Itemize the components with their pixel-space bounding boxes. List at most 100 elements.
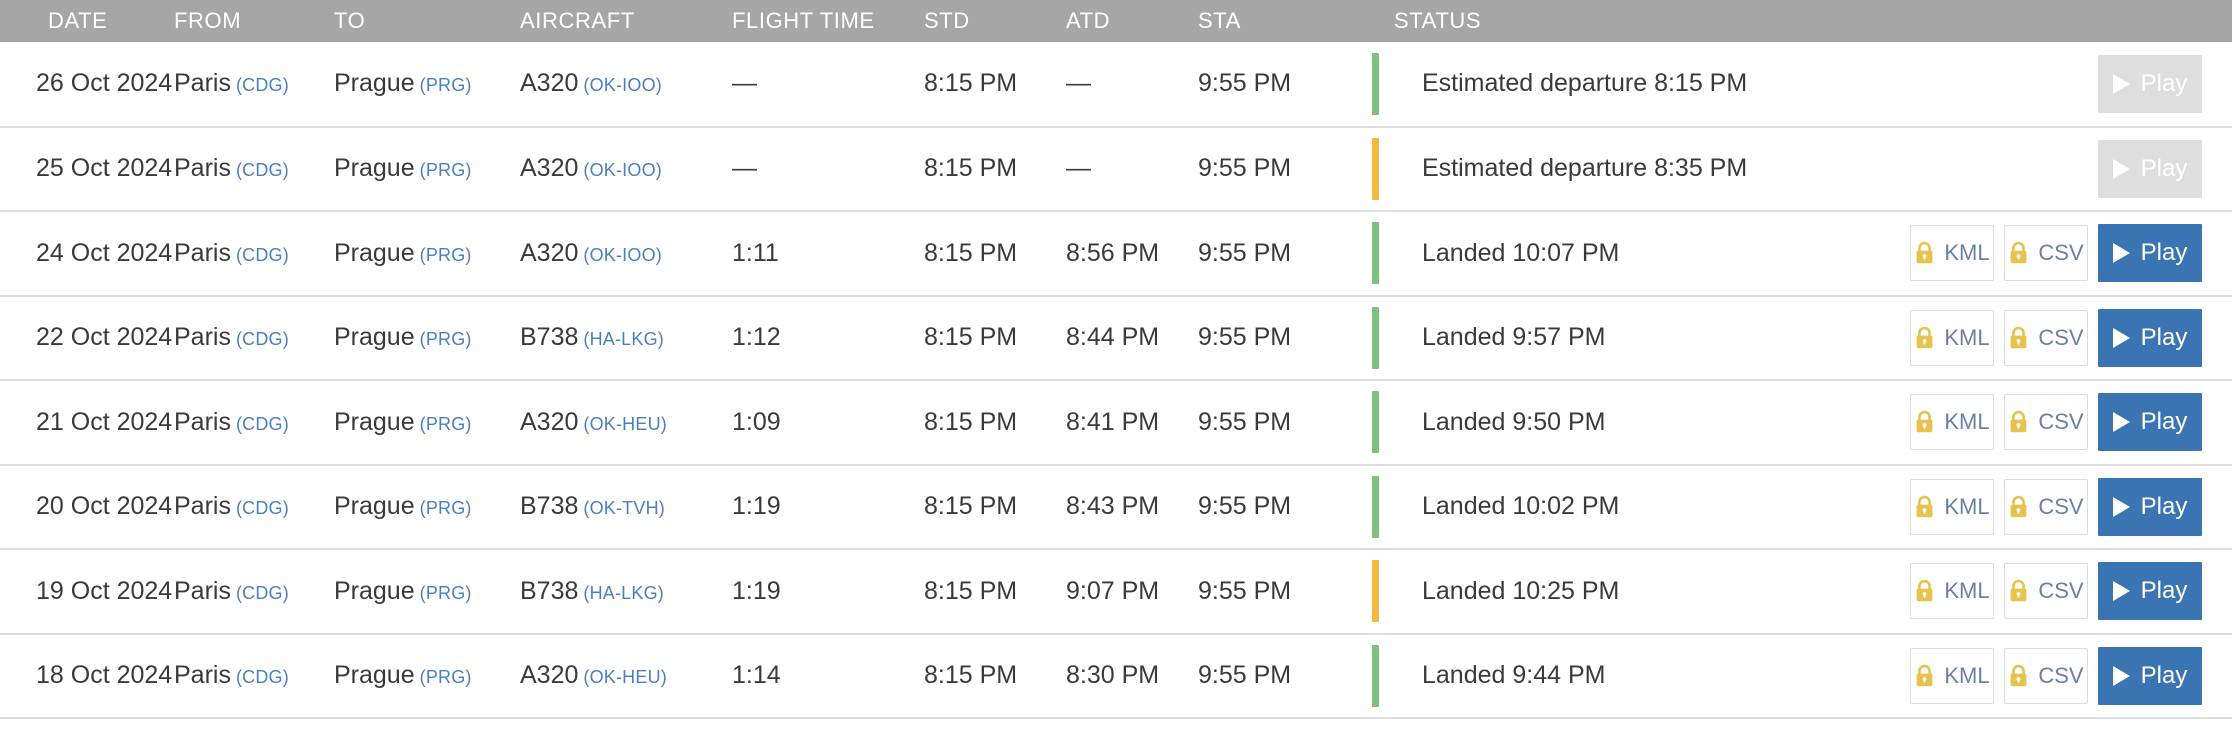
column-header-atd[interactable]: ATD xyxy=(1066,0,1198,42)
kml-download-button[interactable]: KML xyxy=(1910,478,1994,535)
std-value: 8:15 PM xyxy=(924,492,1018,521)
cell-actions: KML CSV Play xyxy=(1874,380,2232,466)
flight-time-value: — xyxy=(732,154,757,183)
origin-airport-code[interactable]: (CDG) xyxy=(236,245,289,265)
column-header-std[interactable]: STD xyxy=(924,0,1066,42)
kml-button-label: KML xyxy=(1944,578,1990,604)
kml-download-button[interactable]: KML xyxy=(1910,647,1994,704)
aircraft-registration[interactable]: (OK-IOO) xyxy=(583,160,662,180)
table-row[interactable]: 19 Oct 2024 Paris (CDG) Prague (PRG) B738(… xyxy=(0,549,2232,635)
table-row[interactable]: 22 Oct 2024 Paris (CDG) Prague (PRG) B738(… xyxy=(0,295,2232,381)
kml-download-button[interactable]: KML xyxy=(1910,309,1994,366)
csv-download-button[interactable]: CSV xyxy=(2004,309,2088,366)
destination-city: Prague xyxy=(334,576,415,605)
flight-date: 20 Oct 2024 xyxy=(36,492,173,521)
destination-airport-code[interactable]: (PRG) xyxy=(420,160,472,180)
origin-airport-code[interactable]: (CDG) xyxy=(236,414,289,434)
cell-aircraft: B738 (OK-TVH) xyxy=(520,464,732,550)
cell-std: 8:15 PM xyxy=(924,42,1066,128)
origin-city: Paris xyxy=(174,492,231,521)
origin-airport-code[interactable]: (CDG) xyxy=(236,75,289,95)
origin-airport-code[interactable]: (CDG) xyxy=(236,498,289,518)
cell-from: Paris (CDG) xyxy=(174,42,334,128)
aircraft-registration[interactable]: (OK-IOO) xyxy=(583,245,662,265)
csv-download-button[interactable]: CSV xyxy=(2004,478,2088,535)
origin-airport-code[interactable]: (CDG) xyxy=(236,583,289,603)
cell-actions: Play xyxy=(1874,126,2232,212)
table-row[interactable]: 24 Oct 2024 Paris (CDG) Prague (PRG) A320(… xyxy=(0,211,2232,297)
cell-aircraft: B738 (HA-LKG) xyxy=(520,549,732,635)
csv-download-button[interactable]: CSV xyxy=(2004,225,2088,282)
column-header-flight-time[interactable]: FLIGHT TIME xyxy=(732,0,924,42)
cell-actions: KML CSV Play xyxy=(1874,464,2232,550)
cell-date: 20 Oct 2024 xyxy=(0,464,174,550)
play-icon xyxy=(2112,73,2130,94)
destination-city: Prague xyxy=(334,407,415,436)
cell-to: Prague (PRG) xyxy=(334,42,520,128)
origin-airport-code[interactable]: (CDG) xyxy=(236,329,289,349)
kml-download-button[interactable]: KML xyxy=(1910,394,1994,451)
destination-airport-code[interactable]: (PRG) xyxy=(420,667,472,687)
lock-icon xyxy=(1914,495,1935,519)
aircraft-registration[interactable]: (HA-LKG) xyxy=(583,329,664,349)
aircraft-registration[interactable]: (OK-IOO) xyxy=(583,75,662,95)
aircraft-registration[interactable]: (OK-HEU) xyxy=(583,667,667,687)
csv-download-button[interactable]: CSV xyxy=(2004,563,2088,620)
destination-city: Prague xyxy=(334,492,415,521)
row-action-group: KML CSV Play xyxy=(1874,224,2202,283)
column-header-sta[interactable]: STA xyxy=(1198,0,1372,42)
lock-icon xyxy=(2008,410,2029,434)
kml-download-button[interactable]: KML xyxy=(1910,563,1994,620)
play-button-label: Play xyxy=(2140,69,2188,97)
column-header-to[interactable]: TO xyxy=(334,0,520,42)
table-row[interactable]: 18 Oct 2024 Paris (CDG) Prague (PRG) A320(… xyxy=(0,633,2232,719)
cell-date: 18 Oct 2024 xyxy=(0,633,174,719)
play-button[interactable]: Play xyxy=(2098,477,2202,536)
play-button[interactable]: Play xyxy=(2098,308,2202,367)
cell-aircraft: B738 (HA-LKG) xyxy=(520,295,732,381)
csv-download-button[interactable]: CSV xyxy=(2004,647,2088,704)
table-row[interactable]: 21 Oct 2024 Paris (CDG) Prague (PRG) A320(… xyxy=(0,380,2232,466)
play-button[interactable]: Play xyxy=(2098,646,2202,705)
play-button[interactable]: Play xyxy=(2098,224,2202,283)
csv-download-button[interactable]: CSV xyxy=(2004,394,2088,451)
cell-sta: 9:55 PM xyxy=(1198,211,1372,297)
aircraft-registration[interactable]: (OK-TVH) xyxy=(583,498,665,518)
aircraft-registration[interactable]: (HA-LKG) xyxy=(583,583,664,603)
flight-time-value: 1:14 xyxy=(732,661,781,690)
table-row[interactable]: 25 Oct 2024 Paris (CDG) Prague (PRG) A320(… xyxy=(0,126,2232,212)
status-text: Landed 9:50 PM xyxy=(1422,407,1606,436)
kml-download-button[interactable]: KML xyxy=(1910,225,1994,282)
origin-airport-code[interactable]: (CDG) xyxy=(236,667,289,687)
aircraft-type: A320 xyxy=(520,407,579,436)
std-value: 8:15 PM xyxy=(924,323,1018,352)
aircraft-type: B738 xyxy=(520,576,579,605)
cell-status: Estimated departure 8:35 PM xyxy=(1394,126,1874,212)
destination-airport-code[interactable]: (PRG) xyxy=(420,245,472,265)
cell-to: Prague (PRG) xyxy=(334,126,520,212)
destination-airport-code[interactable]: (PRG) xyxy=(420,75,472,95)
play-button: Play xyxy=(2098,54,2202,113)
destination-airport-code[interactable]: (PRG) xyxy=(420,498,472,518)
cell-status: Estimated departure 8:15 PM xyxy=(1394,42,1874,128)
destination-airport-code[interactable]: (PRG) xyxy=(420,329,472,349)
play-button-label: Play xyxy=(2140,577,2188,605)
flight-time-value: — xyxy=(732,69,757,98)
sta-value: 9:55 PM xyxy=(1198,492,1292,521)
row-action-group: KML CSV Play xyxy=(1874,308,2202,367)
origin-airport-code[interactable]: (CDG) xyxy=(236,160,289,180)
column-header-date[interactable]: DATE xyxy=(0,0,174,42)
column-header-aircraft[interactable]: AIRCRAFT xyxy=(520,0,732,42)
table-row[interactable]: 20 Oct 2024 Paris (CDG) Prague (PRG) B738(… xyxy=(0,464,2232,550)
kml-button-label: KML xyxy=(1944,324,1990,350)
table-row[interactable]: 26 Oct 2024 Paris (CDG) Prague (PRG) A320(… xyxy=(0,42,2232,128)
destination-airport-code[interactable]: (PRG) xyxy=(420,414,472,434)
status-text: Landed 9:44 PM xyxy=(1422,661,1606,690)
aircraft-registration[interactable]: (OK-HEU) xyxy=(583,414,667,434)
play-button[interactable]: Play xyxy=(2098,562,2202,621)
column-header-from[interactable]: FROM xyxy=(174,0,334,42)
destination-airport-code[interactable]: (PRG) xyxy=(420,583,472,603)
play-button[interactable]: Play xyxy=(2098,393,2202,452)
column-header-status[interactable]: STATUS xyxy=(1394,0,1874,42)
cell-from: Paris (CDG) xyxy=(174,126,334,212)
